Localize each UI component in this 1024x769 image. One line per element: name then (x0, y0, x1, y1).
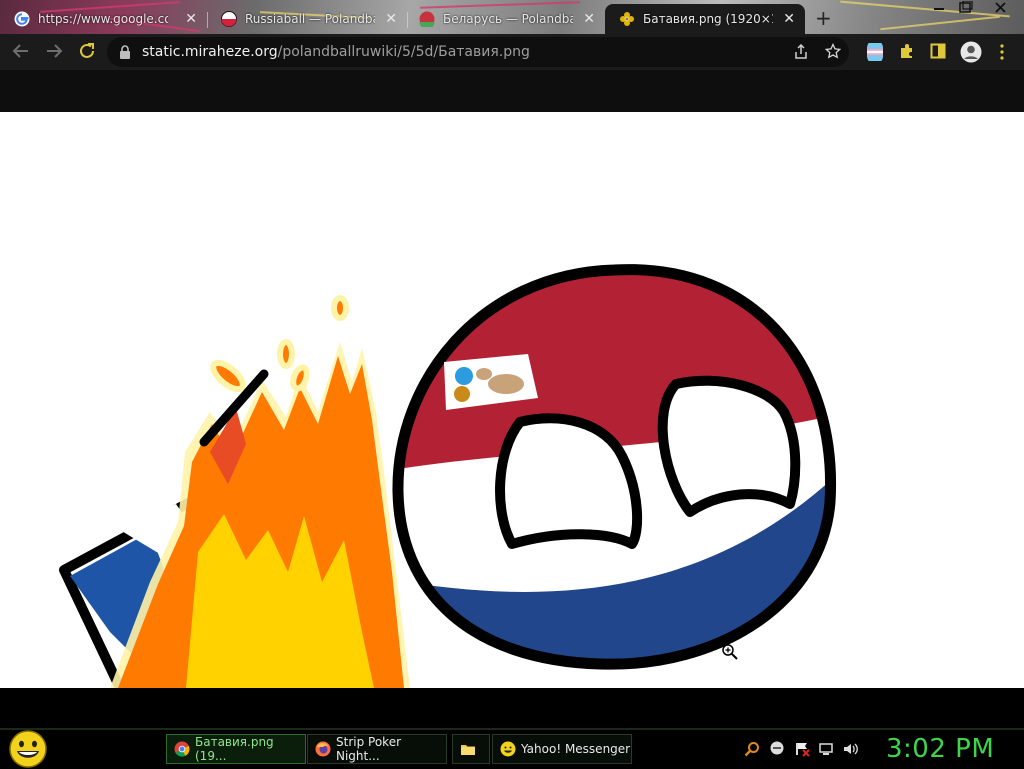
url-host: static.miraheze.org (142, 44, 278, 60)
extensions-icon[interactable] (899, 43, 915, 59)
display-icon[interactable] (818, 741, 834, 757)
tab-strip: https://www.google.com ✕ Russiaball — Po… (0, 0, 1024, 34)
address-bar[interactable]: static.miraheze.org/polandballruwiki/5/5… (107, 37, 849, 67)
new-tab-button[interactable]: + (815, 6, 832, 30)
reload-icon[interactable] (78, 42, 96, 60)
menu-icon[interactable] (999, 44, 1005, 60)
taskbar-item-folder[interactable] (452, 734, 490, 764)
tab-batavia[interactable]: Батавия.png (1920×1080) ✕ (605, 4, 805, 34)
firefox-icon (315, 741, 331, 757)
close-window-icon[interactable] (995, 2, 1006, 13)
batavia-countryball (392, 264, 837, 670)
folder-icon (461, 745, 475, 755)
taskbar-item-label: Батавия.png (19... (195, 735, 274, 763)
account-icon[interactable] (960, 41, 982, 63)
taskbar-item-yahoo-messenger[interactable]: Yahoo! Messenger (492, 734, 632, 764)
taskbar-item-chrome[interactable]: Батавия.png (19... (166, 734, 306, 764)
tab-title: Батавия.png (1920×1080) (643, 12, 773, 26)
image-viewer (0, 70, 1024, 688)
belarus-ball-icon (419, 11, 435, 27)
zoom-in-cursor-icon (722, 644, 738, 660)
close-tab-icon[interactable]: ✕ (385, 11, 397, 27)
chrome-icon (174, 741, 190, 757)
close-tab-icon[interactable]: ✕ (185, 11, 197, 27)
forward-icon[interactable] (45, 42, 63, 60)
search-icon[interactable] (744, 741, 760, 757)
browser-toolbar: static.miraheze.org/polandballruwiki/5/5… (0, 34, 1024, 70)
minimize-icon[interactable] (934, 8, 944, 10)
share-icon[interactable] (793, 44, 809, 60)
start-button-smiley-icon[interactable] (8, 729, 48, 769)
volume-mute-icon[interactable] (770, 741, 784, 755)
network-alert-icon[interactable] (794, 741, 810, 757)
tab-belarus[interactable]: Беларусь — Polandball ✕ (405, 4, 605, 34)
back-icon[interactable] (12, 42, 30, 60)
speaker-icon[interactable] (842, 741, 858, 757)
yahoo-messenger-icon (500, 741, 516, 757)
google-icon (14, 11, 30, 27)
bookmark-star-icon[interactable] (825, 43, 841, 59)
url-text[interactable]: static.miraheze.org/polandballruwiki/5/5… (142, 44, 530, 60)
profile-flag-icon[interactable] (866, 43, 884, 61)
tab-title: https://www.google.com (38, 12, 168, 26)
displayed-image[interactable] (0, 112, 1024, 688)
tab-google[interactable]: https://www.google.com ✕ (0, 4, 208, 34)
polandball-icon (221, 11, 237, 27)
close-tab-icon[interactable]: ✕ (583, 11, 595, 27)
countryball-drawing (59, 264, 837, 688)
window-controls (934, 1, 1006, 13)
tab-title: Беларусь — Polandball (443, 12, 573, 26)
tab-russiaball[interactable]: Russiaball — Polandball Wiki ✕ (207, 4, 408, 34)
url-path: /polandballruwiki/5/5d/Батавия.png (277, 44, 530, 60)
tab-title: Russiaball — Polandball Wiki (245, 12, 375, 26)
taskbar-item-label: Yahoo! Messenger (521, 742, 631, 756)
taskbar-item-label: Strip Poker Night... (336, 735, 402, 763)
taskbar-item-firefox[interactable]: Strip Poker Night... (307, 734, 447, 764)
fire (110, 295, 410, 688)
lock-icon[interactable] (119, 45, 131, 59)
close-tab-icon[interactable]: ✕ (783, 11, 795, 27)
image-icon (620, 12, 634, 26)
restore-icon[interactable] (959, 1, 973, 13)
sidebar-icon[interactable] (930, 43, 946, 59)
taskbar-clock[interactable]: 3:02 PM (886, 734, 994, 764)
